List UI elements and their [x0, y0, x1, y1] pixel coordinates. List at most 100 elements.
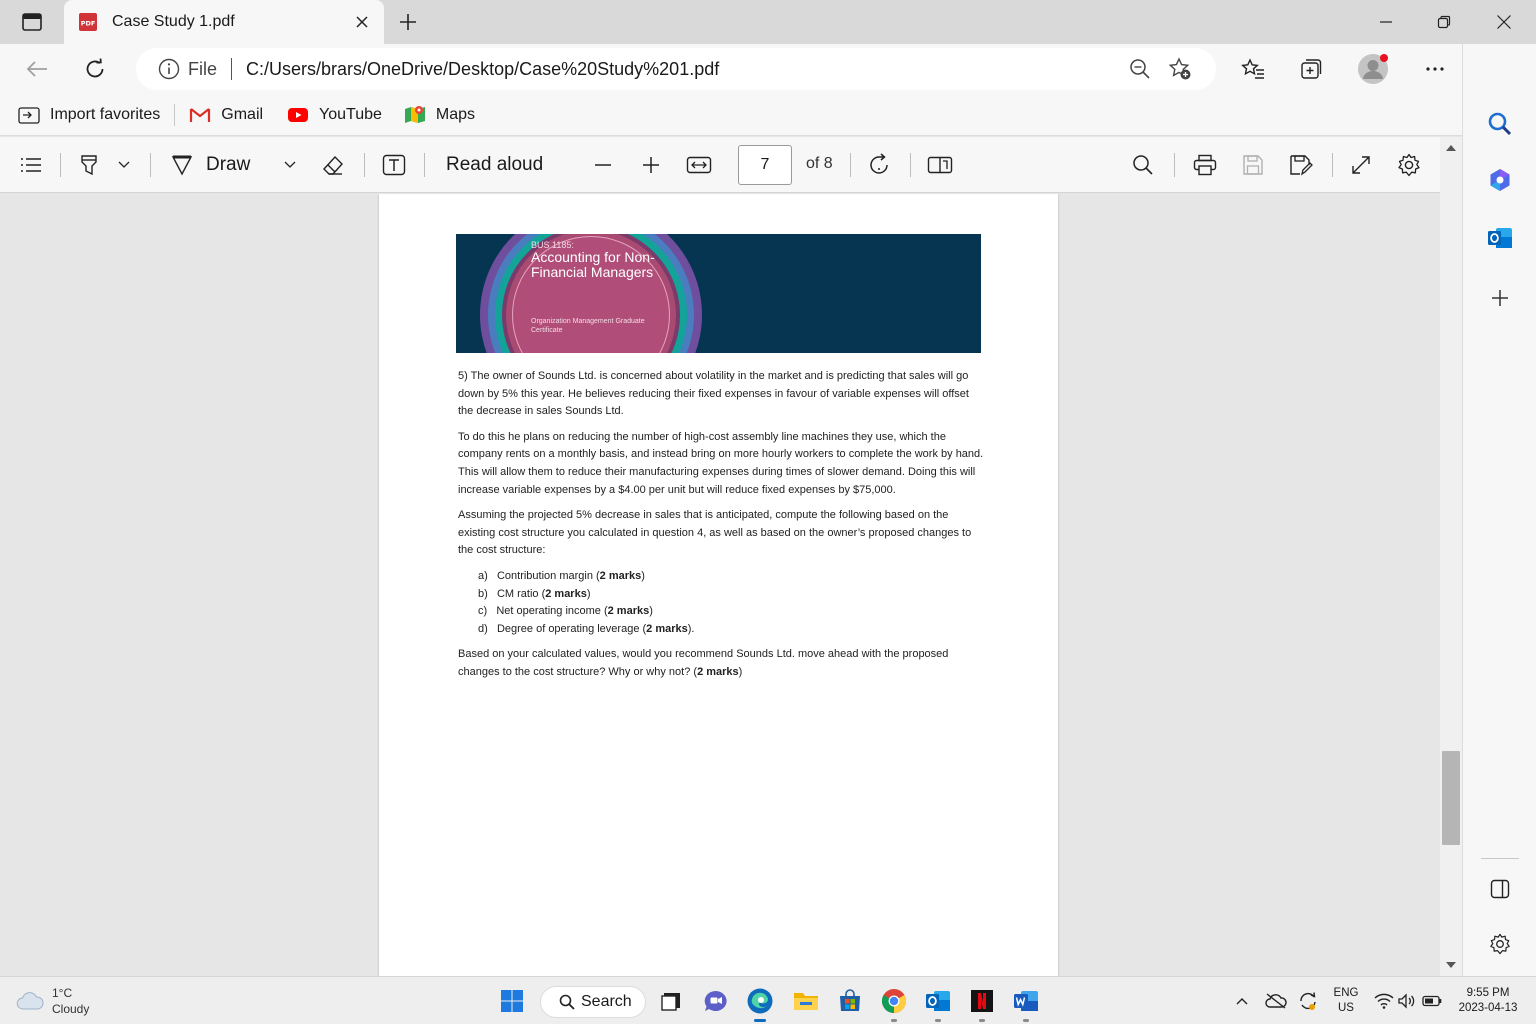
- paragraph-2: To do this he plans on reducing the numb…: [458, 430, 984, 496]
- save-button[interactable]: [1236, 149, 1270, 181]
- page-number-input[interactable]: 7: [738, 145, 792, 185]
- taskbar-word[interactable]: [1010, 985, 1042, 1017]
- course-title: Accounting for Non-Financial Managers: [531, 249, 655, 280]
- onedrive-button[interactable]: [1262, 985, 1290, 1017]
- draw-button[interactable]: Draw: [170, 149, 270, 181]
- word-icon: [1014, 991, 1038, 1011]
- question-text: 5) The owner of Sounds Ltd. is concerned…: [458, 368, 984, 690]
- rotate-icon: [870, 153, 888, 174]
- sync-icon: [1300, 992, 1316, 1010]
- program-name: Organization Management Graduate Certifi…: [531, 318, 645, 334]
- pdf-settings-button[interactable]: [1392, 149, 1426, 181]
- favorite-youtube[interactable]: YouTube: [277, 99, 392, 131]
- clock[interactable]: 9:55 PM 2023-04-13: [1450, 986, 1526, 1016]
- search-label: Search: [581, 993, 632, 1010]
- sidebar-settings-button[interactable]: [1482, 926, 1518, 962]
- rotate-button[interactable]: [862, 149, 896, 181]
- zoom-button[interactable]: [1120, 52, 1160, 86]
- draw-options-button[interactable]: [278, 149, 302, 181]
- list-item: b) CM ratio (2 marks): [478, 587, 591, 600]
- teams-chat-button[interactable]: [700, 985, 732, 1017]
- list-item: c) Net operating income (2 marks): [478, 605, 653, 618]
- hide-sidebar-button[interactable]: [1482, 871, 1518, 907]
- address-bar[interactable]: File C:/Users/brars/OneDrive/Desktop/Cas…: [136, 48, 1216, 90]
- save-as-button[interactable]: [1284, 149, 1318, 181]
- list-item: a) Contribution margin (2 marks): [478, 569, 645, 582]
- tab-actions-button[interactable]: [14, 10, 50, 34]
- weather-temperature: 1°C: [52, 986, 73, 1000]
- close-window-button[interactable]: [1474, 0, 1534, 44]
- full-screen-button[interactable]: [1344, 149, 1378, 181]
- favorites-button[interactable]: [1236, 52, 1270, 86]
- taskbar-search[interactable]: Search: [540, 986, 646, 1018]
- refresh-button[interactable]: [78, 52, 112, 86]
- windows-taskbar: 1°C Cloudy Search ENG US 9:55 PM 2023-04…: [0, 976, 1536, 1024]
- sidebar-discover-button[interactable]: [1482, 162, 1518, 198]
- chevron-down-icon: [118, 161, 130, 168]
- settings-and-more-button[interactable]: [1418, 52, 1452, 86]
- collections-icon: [1301, 59, 1322, 79]
- contents-button[interactable]: [14, 149, 48, 181]
- info-icon[interactable]: [158, 58, 180, 80]
- highlight-button[interactable]: [72, 149, 106, 181]
- sidebar-outlook-button[interactable]: [1482, 220, 1518, 256]
- sidebar-add-button[interactable]: [1482, 280, 1518, 316]
- sync-status-button[interactable]: [1294, 985, 1322, 1017]
- scrollbar-thumb[interactable]: [1442, 751, 1460, 845]
- scroll-up-icon[interactable]: [1446, 145, 1456, 151]
- language-code: ENG: [1333, 987, 1359, 999]
- youtube-icon: [287, 104, 309, 126]
- quick-settings-button[interactable]: [1374, 985, 1442, 1017]
- add-text-button[interactable]: [378, 149, 410, 181]
- show-hidden-icons-button[interactable]: [1230, 985, 1254, 1017]
- paragraph-4: Based on your calculated values, would y…: [458, 648, 949, 678]
- taskbar-chrome[interactable]: [878, 985, 910, 1017]
- store-icon: [840, 989, 860, 1011]
- taskbar-microsoft-store[interactable]: [834, 985, 866, 1017]
- find-button[interactable]: [1126, 149, 1160, 181]
- start-button[interactable]: [496, 985, 528, 1017]
- favorite-maps[interactable]: Maps: [394, 99, 485, 131]
- taskbar-netflix[interactable]: [966, 985, 998, 1017]
- outlook-icon: [926, 991, 950, 1011]
- tab-close-button[interactable]: [346, 6, 378, 38]
- active-tab[interactable]: PDF Case Study 1.pdf: [64, 0, 384, 44]
- highlight-options-button[interactable]: [112, 149, 136, 181]
- pdf-toolbar: Draw Read aloud 7 of 8: [0, 137, 1440, 193]
- pdf-viewer[interactable]: BUS 1185: Accounting for Non-Financial M…: [0, 194, 1440, 976]
- taskbar-outlook[interactable]: [922, 985, 954, 1017]
- taskbar-edge[interactable]: [744, 985, 776, 1017]
- vertical-scrollbar[interactable]: [1440, 137, 1462, 976]
- profile-button[interactable]: [1356, 52, 1390, 86]
- paragraph-3: Assuming the projected 5% decrease in sa…: [458, 509, 972, 557]
- language-indicator[interactable]: ENG US: [1326, 986, 1366, 1016]
- zoom-out-button[interactable]: [586, 149, 620, 181]
- weather-widget[interactable]: 1°C Cloudy: [16, 985, 89, 1017]
- erase-button[interactable]: [316, 149, 350, 181]
- taskbar-file-explorer[interactable]: [790, 985, 822, 1017]
- page-view-button[interactable]: [922, 149, 958, 181]
- favorite-gmail[interactable]: Gmail: [179, 99, 273, 131]
- new-tab-button[interactable]: [392, 6, 424, 38]
- url-text[interactable]: C:/Users/brars/OneDrive/Desktop/Case%20S…: [246, 59, 1120, 80]
- minimize-button[interactable]: [1356, 0, 1416, 44]
- zoom-out-icon: [1130, 59, 1150, 79]
- save-as-icon: [1290, 155, 1313, 176]
- back-button[interactable]: [20, 52, 54, 86]
- favorite-label: YouTube: [319, 105, 382, 123]
- scroll-down-icon[interactable]: [1446, 962, 1456, 968]
- favorite-import-favorites[interactable]: Import favorites: [8, 99, 170, 131]
- volume-icon: [1398, 993, 1415, 1009]
- sidebar-search-button[interactable]: [1482, 106, 1518, 142]
- avatar-icon: [1358, 54, 1388, 84]
- read-aloud-button[interactable]: Read aloud: [446, 149, 546, 181]
- restore-button[interactable]: [1414, 0, 1474, 44]
- print-button[interactable]: [1188, 149, 1222, 181]
- fit-to-width-button[interactable]: [682, 149, 716, 181]
- add-favorite-button[interactable]: [1160, 52, 1200, 86]
- collections-button[interactable]: [1294, 52, 1328, 86]
- text-box-icon: [382, 154, 406, 176]
- star-add-icon: [1168, 57, 1191, 80]
- task-view-button[interactable]: [656, 985, 688, 1017]
- zoom-in-button[interactable]: [634, 149, 668, 181]
